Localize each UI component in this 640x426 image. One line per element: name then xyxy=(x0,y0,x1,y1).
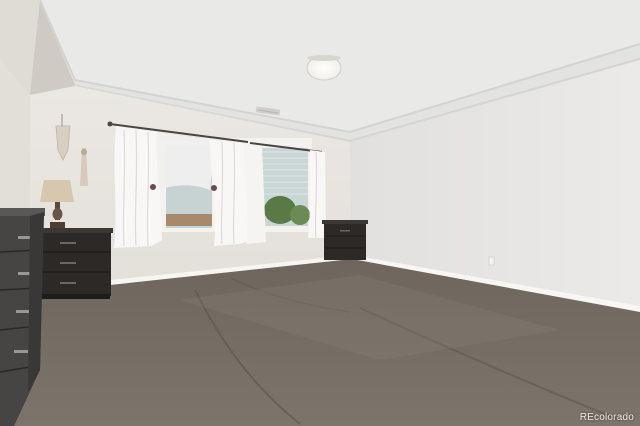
fence xyxy=(166,214,212,226)
curtain-tieback xyxy=(211,185,217,191)
lamp-shade xyxy=(40,180,74,202)
drawer-pull xyxy=(60,282,76,284)
bedroom-photo: REcolorado xyxy=(0,0,640,426)
drawer-pull xyxy=(340,230,350,232)
ceiling-light-rim xyxy=(307,55,341,61)
dresser-pull xyxy=(14,350,28,353)
drawer-pull xyxy=(60,262,76,264)
wall-outlet xyxy=(488,256,495,266)
nightstand-right-top xyxy=(322,220,368,224)
nightstand-top xyxy=(36,228,113,233)
drawer-pull xyxy=(60,242,76,244)
nightstand-foot xyxy=(40,294,110,299)
rod-finial xyxy=(107,121,113,127)
curtain-panel-sheer xyxy=(156,132,215,190)
curtain-panel-right xyxy=(308,150,326,238)
lamp-base-bulb xyxy=(52,208,63,220)
watermark-text: REcolorado xyxy=(579,412,634,423)
tree-foliage xyxy=(290,205,310,225)
dresser-pull xyxy=(16,310,30,313)
tree-foliage xyxy=(264,196,296,224)
wall-decor-ring xyxy=(81,149,87,155)
curtain-tieback xyxy=(150,184,156,190)
room-illustration xyxy=(0,0,640,426)
nightstand-right xyxy=(324,222,366,260)
